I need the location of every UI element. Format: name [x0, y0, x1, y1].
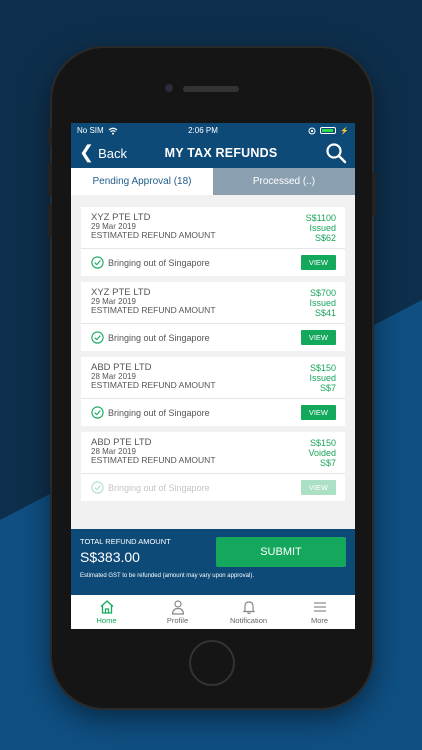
export-note: Bringing out of Singapore — [108, 332, 210, 343]
status-badge: Issued — [309, 298, 336, 308]
nav-item-more[interactable]: More — [284, 595, 355, 629]
back-button[interactable]: ❮ Back — [79, 142, 127, 162]
refund-amount: S$7 — [319, 458, 336, 468]
app-screen: No SIM 2:06 PM ⚡ ❮ Back MY TAX REFUNDS P… — [71, 123, 355, 629]
earpiece-speaker — [183, 86, 239, 92]
check-circle-icon — [91, 256, 104, 269]
charging-icon: ⚡ — [340, 127, 349, 135]
mute-switch — [48, 128, 52, 146]
nav-item-home[interactable]: Home — [71, 595, 142, 629]
tab-bar: Pending Approval (18) Processed (..) — [71, 168, 355, 195]
refund-amount: S$62 — [314, 233, 336, 243]
check-circle-icon — [91, 331, 104, 344]
status-badge: Issued — [309, 223, 336, 233]
total-refund-amount: S$383.00 — [80, 549, 140, 565]
search-icon[interactable] — [325, 142, 347, 164]
purchase-amount: S$700 — [309, 288, 336, 298]
front-camera — [165, 84, 173, 92]
tab-processed[interactable]: Processed (..) — [213, 168, 355, 195]
total-panel: TOTAL REFUND AMOUNT S$383.00 SUBMIT Esti… — [71, 529, 355, 595]
refund-card[interactable]: ABD PTE LTD 28 Mar 2019 ESTIMATED REFUND… — [81, 357, 345, 426]
nav-label: Notification — [229, 616, 268, 625]
battery-icon — [320, 127, 337, 134]
power-button — [372, 172, 376, 216]
total-note: Estimated GST to be refunded (amount may… — [80, 573, 254, 579]
purchase-amount: S$1100 — [305, 213, 336, 223]
tab-pending-approval[interactable]: Pending Approval (18) — [71, 168, 213, 195]
nav-item-profile[interactable]: Profile — [142, 595, 213, 629]
orientation-lock-icon — [308, 127, 316, 134]
refund-amount: S$7 — [319, 383, 336, 393]
submit-button[interactable]: SUBMIT — [216, 537, 346, 567]
refund-amount: S$41 — [314, 308, 336, 318]
estimated-refund-label: ESTIMATED REFUND AMOUNT — [91, 230, 216, 240]
nav-label: More — [310, 616, 329, 625]
status-badge: Voided — [308, 448, 336, 458]
status-bar: No SIM 2:06 PM ⚡ — [71, 123, 355, 138]
home-hardware-button[interactable] — [189, 640, 235, 686]
refund-card[interactable]: XYZ PTE LTD 29 Mar 2019 ESTIMATED REFUND… — [81, 207, 345, 276]
chevron-left-icon: ❮ — [79, 142, 95, 162]
export-note: Bringing out of Singapore — [108, 482, 210, 493]
check-circle-icon — [91, 406, 104, 419]
carrier-label: No SIM — [77, 126, 104, 135]
check-circle-icon — [91, 481, 104, 494]
refund-list[interactable]: XYZ PTE LTD 29 Mar 2019 ESTIMATED REFUND… — [71, 195, 355, 529]
refund-card[interactable]: ABD PTE LTD 28 Mar 2019 ESTIMATED REFUND… — [81, 432, 345, 501]
estimated-refund-label: ESTIMATED REFUND AMOUNT — [91, 455, 216, 465]
menu-icon — [313, 602, 326, 612]
back-label: Back — [98, 145, 127, 161]
bell-icon — [242, 601, 255, 615]
export-note: Bringing out of Singapore — [108, 407, 210, 418]
volume-up-button — [48, 162, 52, 196]
nav-label: Home — [96, 616, 117, 625]
volume-down-button — [48, 204, 52, 238]
view-button[interactable]: VIEW — [300, 405, 336, 420]
nav-item-notification[interactable]: Notification — [213, 595, 284, 629]
home-icon — [100, 600, 113, 614]
wifi-icon — [108, 127, 118, 135]
view-button[interactable]: VIEW — [300, 480, 336, 495]
status-time: 2:06 PM — [188, 126, 218, 135]
nav-label: Profile — [166, 616, 189, 625]
refund-card[interactable]: XYZ PTE LTD 29 Mar 2019 ESTIMATED REFUND… — [81, 282, 345, 351]
estimated-refund-label: ESTIMATED REFUND AMOUNT — [91, 380, 216, 390]
export-note: Bringing out of Singapore — [108, 257, 210, 268]
view-button[interactable]: VIEW — [300, 330, 336, 345]
navigation-bar: ❮ Back MY TAX REFUNDS — [71, 138, 355, 168]
view-button[interactable]: VIEW — [300, 255, 336, 270]
status-badge: Issued — [309, 373, 336, 383]
purchase-amount: S$150 — [309, 363, 336, 373]
purchase-amount: S$150 — [309, 438, 336, 448]
total-refund-label: TOTAL REFUND AMOUNT — [80, 537, 171, 546]
bottom-navigation: Home Profile Notification More — [71, 595, 355, 629]
page-title: MY TAX REFUNDS — [164, 146, 278, 160]
profile-icon — [171, 600, 184, 615]
estimated-refund-label: ESTIMATED REFUND AMOUNT — [91, 305, 216, 315]
